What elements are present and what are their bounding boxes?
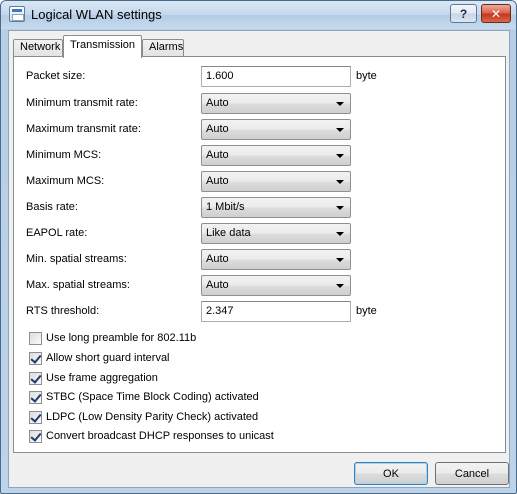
eapol-rate-label: EAPOL rate: [26,227,88,239]
min-transmit-rate-label: Minimum transmit rate: [26,97,138,109]
max-mcs-value: Auto [206,175,229,187]
min-spatial-streams-label: Min. spatial streams: [26,253,127,265]
chevron-down-icon [336,102,344,106]
max-transmit-rate-select[interactable]: Auto [201,119,351,140]
tab-transmission[interactable]: Transmission [63,35,142,58]
min-spatial-streams-select[interactable]: Auto [201,249,351,270]
chevron-down-icon [336,154,344,158]
frame-aggregation-checkbox[interactable] [29,371,42,385]
packet-size-field[interactable]: 1.600 [201,66,351,87]
short-guard-label: Allow short guard interval [46,352,170,364]
eapol-rate-value: Like data [206,227,251,239]
window-title: Logical WLAN settings [31,7,162,22]
max-spatial-streams-value: Auto [206,279,229,291]
rts-threshold-field[interactable]: 2.347 [201,301,351,322]
stbc-option[interactable]: STBC (Space Time Block Coding) activated [29,389,259,405]
chevron-down-icon [336,128,344,132]
dhcp-unicast-option[interactable]: Convert broadcast DHCP responses to unic… [29,428,274,444]
tab-network[interactable]: Network [13,39,63,57]
min-transmit-rate-select[interactable]: Auto [201,93,351,114]
min-spatial-streams-value: Auto [206,253,229,265]
packet-size-label: Packet size: [26,70,86,82]
frame-aggregation-label: Use frame aggregation [46,372,158,384]
rts-threshold-unit: byte [356,305,377,317]
chevron-down-icon [336,284,344,288]
long-preamble-option[interactable]: Use long preamble for 802.11b [29,330,196,346]
eapol-rate-select[interactable]: Like data [201,223,351,244]
basis-rate-select[interactable]: 1 Mbit/s [201,197,351,218]
basis-rate-value: 1 Mbit/s [206,201,245,213]
min-mcs-select[interactable]: Auto [201,145,351,166]
short-guard-checkbox[interactable] [29,351,42,365]
max-transmit-rate-value: Auto [206,123,229,135]
long-preamble-label: Use long preamble for 802.11b [46,332,197,344]
chevron-down-icon [336,180,344,184]
close-button[interactable]: ✕ [481,4,511,23]
ok-button[interactable]: OK [354,462,428,485]
packet-size-unit: byte [356,70,377,82]
basis-rate-label: Basis rate: [26,201,78,213]
max-spatial-streams-label: Max. spatial streams: [26,279,130,291]
max-transmit-rate-label: Maximum transmit rate: [26,123,141,135]
short-guard-option[interactable]: Allow short guard interval [29,350,170,366]
ldpc-checkbox[interactable] [29,410,42,424]
min-mcs-label: Minimum MCS: [26,149,102,161]
tab-alarms[interactable]: Alarms [142,39,184,57]
max-spatial-streams-select[interactable]: Auto [201,275,351,296]
max-mcs-label: Maximum MCS: [26,175,105,187]
rts-threshold-label: RTS threshold: [26,305,100,317]
long-preamble-checkbox[interactable] [29,331,42,345]
title-bar[interactable]: Logical WLAN settings ? ✕ [1,1,516,29]
window-app-icon [9,6,25,22]
max-mcs-select[interactable]: Auto [201,171,351,192]
help-button[interactable]: ? [450,4,477,23]
cancel-button[interactable]: Cancel [435,462,509,485]
ldpc-label: LDPC (Low Density Parity Check) activate… [46,411,259,423]
stbc-label: STBC (Space Time Block Coding) activated [46,391,259,403]
min-transmit-rate-value: Auto [206,97,229,109]
frame-aggregation-option[interactable]: Use frame aggregation [29,370,158,386]
dhcp-unicast-label: Convert broadcast DHCP responses to unic… [46,430,274,442]
chevron-down-icon [336,258,344,262]
dialog-client-area: Network Transmission Alarms Packet size:… [8,30,510,488]
dialog-window: Logical WLAN settings ? ✕ Network Transm… [0,0,517,494]
dhcp-unicast-checkbox[interactable] [29,429,42,443]
transmission-panel: Packet size: 1.600 byte Minimum transmit… [13,56,506,453]
chevron-down-icon [336,232,344,236]
stbc-checkbox[interactable] [29,390,42,404]
ldpc-option[interactable]: LDPC (Low Density Parity Check) activate… [29,409,258,425]
chevron-down-icon [336,206,344,210]
min-mcs-value: Auto [206,149,229,161]
